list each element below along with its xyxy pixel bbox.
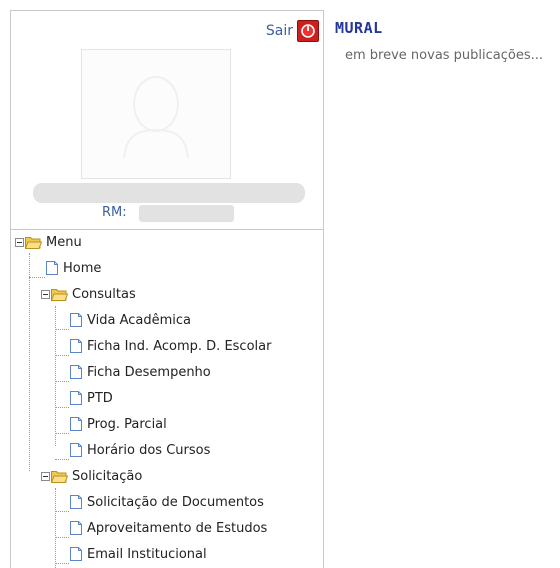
document-icon (69, 338, 83, 354)
profile-box: Sair RM: (11, 11, 323, 230)
document-icon (69, 312, 83, 328)
tree-node-horario-cursos[interactable]: Horário dos Cursos (69, 440, 210, 460)
rm-row: RM: (11, 204, 323, 224)
tree-node-consultas[interactable]: Consultas (41, 284, 136, 304)
logout-link[interactable]: Sair (266, 23, 293, 39)
tree-label-vida-academica[interactable]: Vida Acadêmica (87, 313, 191, 328)
tree-label-prog-parcial[interactable]: Prog. Parcial (87, 417, 167, 432)
logout-control[interactable]: Sair (266, 20, 319, 42)
document-icon (45, 260, 59, 276)
document-icon (69, 416, 83, 432)
tree-label-aproveitamento-estudos[interactable]: Aproveitamento de Estudos (87, 521, 267, 536)
rm-value-redacted (139, 205, 234, 222)
folder-open-icon (24, 236, 43, 249)
tree-node-solicitacao[interactable]: Solicitação (41, 466, 142, 486)
tree-label-home[interactable]: Home (63, 261, 101, 276)
document-icon (69, 390, 83, 406)
document-icon (69, 442, 83, 458)
tree-label-ficha-desempenho[interactable]: Ficha Desempenho (87, 365, 211, 380)
tree-label-solicitacao-documentos[interactable]: Solicitação de Documentos (87, 495, 264, 510)
folder-open-icon (50, 288, 69, 301)
tree-node-ficha-ind[interactable]: Ficha Ind. Acomp. D. Escolar (69, 336, 271, 356)
document-icon (69, 364, 83, 380)
tree-label-menu[interactable]: Menu (46, 235, 82, 250)
user-name-redacted (33, 183, 305, 203)
tree-node-home[interactable]: Home (45, 258, 101, 278)
tree-label-ficha-ind[interactable]: Ficha Ind. Acomp. D. Escolar (87, 339, 271, 354)
tree-node-prog-parcial[interactable]: Prog. Parcial (69, 414, 167, 434)
avatar (81, 49, 231, 179)
mural-message: em breve novas publicações... (345, 48, 544, 63)
tree-node-ficha-desempenho[interactable]: Ficha Desempenho (69, 362, 211, 382)
rm-label: RM: (102, 205, 127, 220)
tree-node-aproveitamento-estudos[interactable]: Aproveitamento de Estudos (69, 518, 267, 538)
tree-node-menu[interactable]: Menu (15, 232, 82, 252)
tree-node-email-institucional[interactable]: Email Institucional (69, 544, 207, 564)
tree-node-vida-academica[interactable]: Vida Acadêmica (69, 310, 191, 330)
power-icon[interactable] (297, 20, 319, 42)
tree-label-ptd[interactable]: PTD (87, 391, 113, 406)
document-icon (69, 546, 83, 562)
tree-label-horario-cursos[interactable]: Horário dos Cursos (87, 443, 210, 458)
document-icon (69, 494, 83, 510)
tree-label-consultas[interactable]: Consultas (72, 287, 136, 302)
folder-open-icon (50, 470, 69, 483)
tree-node-solicitacao-documentos[interactable]: Solicitação de Documentos (69, 492, 264, 512)
collapse-toggle-icon[interactable] (41, 471, 50, 481)
mural-title: MURAL (335, 19, 383, 37)
tree-label-solicitacao[interactable]: Solicitação (72, 469, 142, 484)
document-icon (69, 520, 83, 536)
tree-node-ptd[interactable]: PTD (69, 388, 113, 408)
left-panel: Sair RM: Menu Home Consultas Vida Acadêm… (10, 10, 324, 568)
tree-label-email-institucional[interactable]: Email Institucional (87, 547, 207, 562)
collapse-toggle-icon[interactable] (41, 289, 50, 299)
collapse-toggle-icon[interactable] (15, 237, 24, 247)
